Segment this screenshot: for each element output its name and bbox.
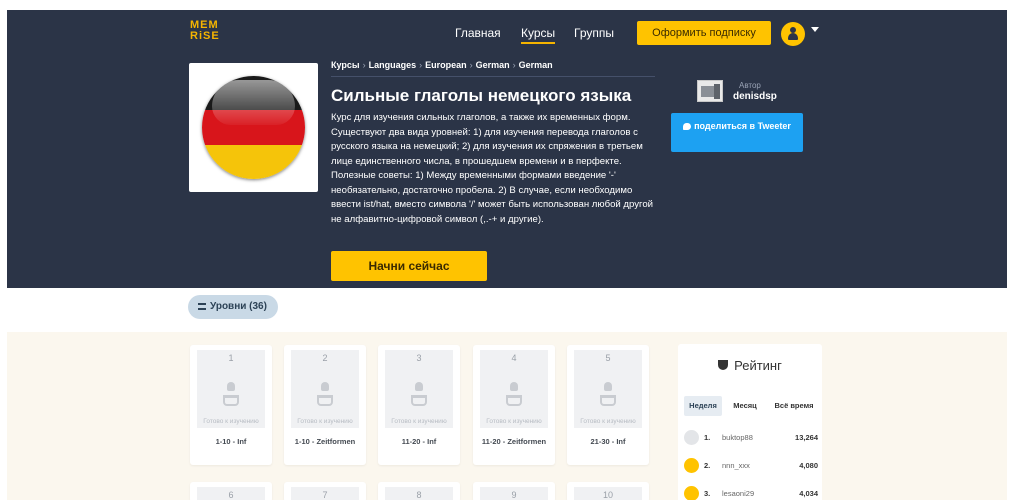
level-tile[interactable]: 10 (567, 482, 649, 500)
level-status: Готово к изучению (580, 418, 636, 425)
leaderboard-tabs: Неделя Месяц Всё время (684, 396, 818, 416)
breadcrumb-courses[interactable]: Курсы (331, 60, 360, 70)
start-button[interactable]: Начни сейчас (331, 251, 487, 281)
level-status: Готово к изучению (203, 418, 259, 425)
level-number: 7 (322, 490, 328, 500)
rank: 2. (704, 461, 711, 470)
username: buktop88 (722, 433, 753, 442)
page: MEM RiSE Главная Курсы Группы Оформить по… (7, 10, 1007, 500)
leaderboard-row[interactable]: 2. nnn_xxx 4,080 (684, 456, 818, 478)
plant-icon (411, 382, 427, 408)
level-number: 6 (228, 490, 234, 500)
leaderboard-row[interactable]: 3. lesaoni29 4,034 (684, 484, 818, 500)
leaderboard-title-text: Рейтинг (734, 358, 782, 373)
user-avatar-icon (684, 430, 699, 445)
level-number: 3 (416, 353, 422, 363)
score: 13,264 (795, 433, 818, 442)
twitter-icon (683, 123, 692, 131)
username: nnn_xxx (722, 461, 750, 470)
level-label: 1-10 - Inf (215, 437, 247, 446)
level-number: 8 (416, 490, 422, 500)
user-avatar-icon (684, 486, 699, 500)
level-number: 10 (602, 490, 613, 500)
memrise-logo[interactable]: MEM RiSE (190, 20, 220, 42)
level-tile[interactable]: 4 Готово к изучению 11-20 - Zeitformen (473, 345, 555, 465)
course-description: Курс для изучения сильных глаголов, а та… (331, 112, 654, 225)
level-number: 5 (605, 353, 611, 363)
plant-icon (317, 382, 333, 408)
author-caption: Автор (739, 81, 761, 90)
level-label: 11-20 - Zeitformen (481, 437, 547, 446)
score: 4,080 (799, 461, 818, 470)
breadcrumb-languages[interactable]: Languages (369, 60, 417, 70)
level-tile[interactable]: 2 Готово к изучению 1-10 - Zeitformen (284, 345, 366, 465)
nav-groups[interactable]: Группы (574, 26, 614, 40)
level-number: 9 (511, 490, 517, 500)
leaderboard-panel: Рейтинг Неделя Месяц Всё время 1. buktop… (678, 344, 822, 500)
plant-icon (506, 382, 522, 408)
level-number: 4 (511, 353, 517, 363)
level-tile[interactable]: 7 (284, 482, 366, 500)
course-title: Сильные глаголы немецкого языка (331, 86, 632, 105)
level-number: 2 (322, 353, 328, 363)
tab-week[interactable]: Неделя (684, 396, 722, 416)
leaderboard-row[interactable]: 1. buktop88 13,264 (684, 428, 818, 450)
plant-icon (600, 382, 616, 408)
subscribe-button[interactable]: Оформить подписку (637, 21, 771, 45)
german-flag-icon (202, 76, 305, 179)
nav-home[interactable]: Главная (455, 26, 501, 40)
chevron-down-icon[interactable] (811, 27, 819, 32)
breadcrumb-european[interactable]: European (425, 60, 467, 70)
list-icon (198, 303, 206, 310)
user-avatar[interactable] (781, 22, 805, 46)
breadcrumb-german[interactable]: German (476, 60, 510, 70)
score: 4,034 (799, 489, 818, 498)
levels-tab-label: Уровни (36) (210, 301, 267, 312)
share-twitter-button[interactable]: поделиться в Tweeter (671, 113, 803, 152)
levels-bar (7, 288, 1007, 332)
nav-courses[interactable]: Курсы (521, 26, 556, 44)
user-icon (788, 27, 798, 40)
trophy-icon (718, 360, 729, 370)
level-status: Готово к изучению (486, 418, 542, 425)
tab-month[interactable]: Месяц (726, 396, 764, 416)
divider (331, 76, 655, 77)
level-tile[interactable]: 6 (190, 482, 272, 500)
author-name[interactable]: denisdsp (733, 91, 777, 102)
rank: 3. (704, 489, 711, 498)
level-label: 1-10 - Zeitformen (294, 437, 356, 446)
level-tile[interactable]: 5 Готово к изучению 21-30 - Inf (567, 345, 649, 465)
author-avatar[interactable] (697, 80, 723, 102)
user-avatar-icon (684, 458, 699, 473)
leaderboard-title: Рейтинг (678, 358, 822, 373)
username: lesaoni29 (722, 489, 755, 498)
share-label: поделиться в Tweeter (694, 121, 791, 131)
level-tile[interactable]: 8 (378, 482, 460, 500)
level-number: 1 (228, 353, 234, 363)
level-tile[interactable]: 9 (473, 482, 555, 500)
level-label: 11-20 - Inf (401, 437, 437, 446)
level-status: Готово к изучению (297, 418, 353, 425)
tab-all-time[interactable]: Всё время (770, 396, 818, 416)
plant-icon (223, 382, 239, 408)
course-header: MEM RiSE Главная Курсы Группы Оформить по… (7, 10, 1007, 288)
course-image (189, 63, 318, 192)
level-tile[interactable]: 3 Готово к изучению 11-20 - Inf (378, 345, 460, 465)
breadcrumb-german-sub[interactable]: German (519, 60, 553, 70)
level-status: Готово к изучению (391, 418, 447, 425)
rank: 1. (704, 433, 711, 442)
level-label: 21-30 - Inf (590, 437, 626, 446)
breadcrumb: Курсы › Languages › European › German › German (331, 60, 553, 70)
level-tile[interactable]: 1 Готово к изучению 1-10 - Inf (190, 345, 272, 465)
levels-tab[interactable]: Уровни (36) (188, 295, 278, 319)
